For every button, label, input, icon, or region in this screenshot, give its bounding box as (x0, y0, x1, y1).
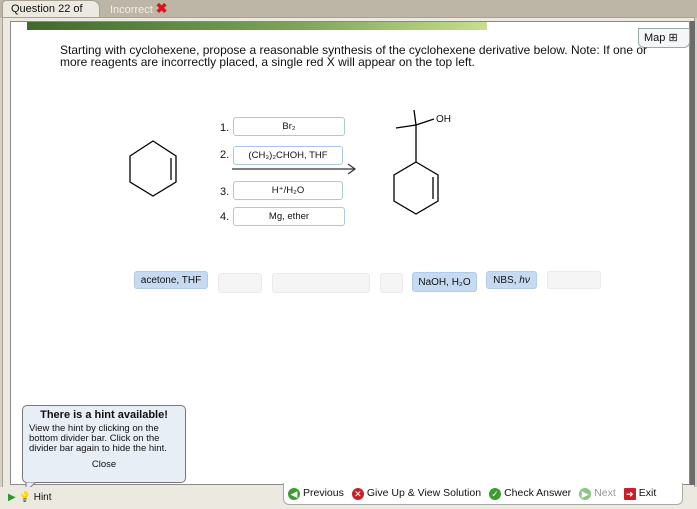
next-button[interactable]: ▶ Next (579, 487, 616, 500)
empty-chip-slot[interactable] (218, 273, 262, 293)
give-up-button[interactable]: ✕ Give Up & View Solution (351, 487, 482, 500)
lightbulb-icon: 💡 (18, 492, 31, 503)
tab-question[interactable]: Question 22 of 22 (2, 0, 100, 32)
scrollbar[interactable] (690, 21, 695, 485)
exit-door-icon: ➜ (623, 487, 636, 500)
status-label: Incorrect (110, 4, 153, 16)
tab-status: Incorrect ✖ (102, 0, 176, 18)
navigation-bar: ◀ Previous ✕ Give Up & View Solution ✓ Chec… (283, 483, 683, 505)
hint-close-button[interactable]: Close (29, 459, 179, 470)
chip-label: NBS, (493, 275, 517, 286)
hint-popup: There is a hint available! View the hint… (22, 405, 186, 483)
check-answer-label: Check Answer (504, 487, 572, 500)
expand-arrow-icon: ▶ (8, 492, 16, 503)
give-up-label: Give Up & View Solution (366, 487, 482, 500)
map-icon: ⊞ (668, 32, 678, 44)
step-number: 4. (220, 211, 230, 223)
empty-chip-slot[interactable] (547, 271, 601, 289)
step-number: 1. (220, 122, 230, 134)
reagent-slot-3[interactable]: H⁺/H₂O (233, 181, 343, 200)
check-icon: ✓ (489, 487, 502, 500)
reagent-chip[interactable]: acetone, THF (134, 271, 208, 289)
hydroxyl-label: OH (436, 114, 451, 125)
chip-label-italic: hν (519, 275, 530, 286)
arrow-right-icon: ▶ (579, 487, 592, 500)
reagent-slot-2[interactable]: (CH₃)₂CHOH, THF (233, 146, 343, 165)
empty-chip-slot[interactable] (380, 273, 403, 293)
x-circle-icon: ✕ (351, 487, 364, 500)
exit-button[interactable]: ➜ Exit (623, 487, 657, 500)
reagent-chip-nbs[interactable]: NBS, hν (486, 271, 537, 289)
reagent-chip[interactable]: NaOH, H₂O (412, 272, 477, 292)
hint-popup-title: There is a hint available! (40, 409, 168, 421)
check-answer-button[interactable]: ✓ Check Answer (489, 487, 572, 500)
hint-toggle[interactable]: ▶ 💡 Hint (8, 492, 52, 503)
question-text: Starting with cyclohexene, propose a rea… (60, 43, 648, 69)
red-x-icon: ✖ (155, 0, 168, 16)
hint-popup-body: View the hint by clicking on the bottom … (29, 423, 167, 454)
arrow-left-icon: ◀ (288, 487, 300, 500)
step-number: 3. (220, 186, 230, 198)
empty-chip-slot[interactable] (272, 273, 370, 293)
reagent-slot-1[interactable]: Br₂ (233, 117, 345, 136)
next-label: Next (594, 487, 616, 500)
banner-image (27, 22, 487, 30)
map-label: Map (644, 32, 666, 44)
cyclohexene-structure (129, 140, 177, 197)
reagent-slot-4[interactable]: Mg, ether (233, 207, 345, 226)
hint-label: Hint (33, 492, 52, 503)
exit-label: Exit (638, 487, 657, 500)
previous-button[interactable]: ◀ Previous (288, 487, 344, 500)
step-number: 2. (220, 149, 230, 161)
previous-label: Previous (303, 487, 344, 500)
